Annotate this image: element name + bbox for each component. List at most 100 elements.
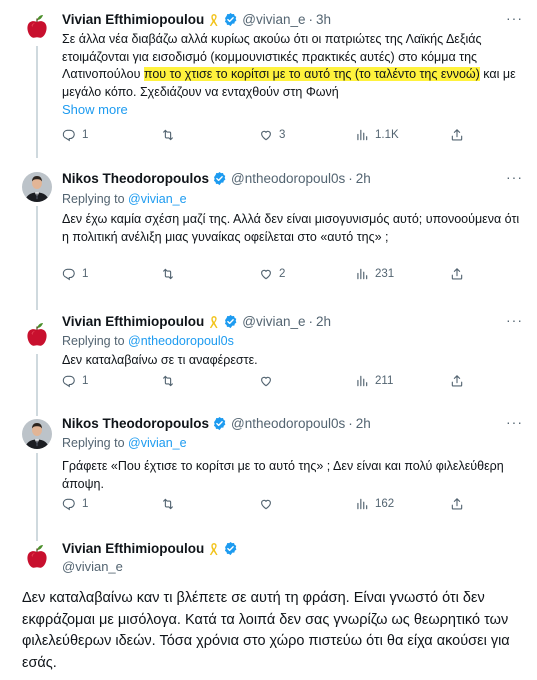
- tweet-text: Σε άλλα νέα διαβάζω αλλά κυρίως ακούω ότ…: [62, 31, 524, 120]
- reply-button[interactable]: 1: [62, 128, 88, 142]
- views-button[interactable]: 1.1K: [355, 128, 399, 142]
- replying-to: Replying to @vivian_e: [62, 436, 187, 450]
- yellow-ribbon-icon: [208, 315, 220, 329]
- man-avatar-icon: [22, 419, 52, 449]
- share-icon: [450, 267, 464, 281]
- reply-icon: [62, 374, 76, 388]
- verified-badge-icon[interactable]: [223, 12, 238, 27]
- show-more-link[interactable]: Show more: [62, 102, 128, 117]
- display-name[interactable]: Vivian Efthimiopoulou: [62, 314, 204, 329]
- yellow-ribbon-icon: [208, 13, 220, 27]
- tweet-text: Δεν έχω καμία σχέση μαζί της. Αλλά δεν ε…: [62, 212, 520, 244]
- more-dots-icon[interactable]: ···: [506, 169, 523, 185]
- like-count: 2: [279, 268, 286, 280]
- verified-badge-icon[interactable]: [212, 171, 227, 186]
- more-dots-icon[interactable]: ···: [506, 414, 523, 430]
- heart-icon: [259, 267, 273, 281]
- tweet-header: Nikos Theodoropoulos @ntheodoropoul0s · …: [62, 171, 371, 186]
- more-dots-icon[interactable]: ···: [506, 312, 523, 328]
- share-button[interactable]: [450, 128, 464, 142]
- handle[interactable]: @ntheodoropoul0s: [231, 416, 345, 431]
- timestamp[interactable]: 2h: [356, 416, 371, 431]
- views-icon: [355, 128, 369, 142]
- replying-to: Replying to @vivian_e: [62, 192, 187, 206]
- like-button[interactable]: 2: [259, 267, 285, 281]
- share-button[interactable]: [450, 497, 464, 511]
- views-button[interactable]: 231: [355, 267, 394, 281]
- verified-badge-icon[interactable]: [223, 314, 238, 329]
- retweet-icon: [161, 497, 175, 511]
- views-button[interactable]: 162: [355, 497, 394, 511]
- reply-count: 1: [82, 375, 89, 387]
- replying-prefix: Replying to: [62, 334, 129, 348]
- share-button[interactable]: [450, 374, 464, 388]
- retweet-icon: [161, 128, 175, 142]
- like-count: 3: [279, 129, 286, 141]
- views-icon: [355, 497, 369, 511]
- share-icon: [450, 128, 464, 142]
- separator-dot: ·: [308, 12, 314, 27]
- display-name[interactable]: Nikos Theodoropoulos: [62, 416, 209, 431]
- avatar[interactable]: [22, 320, 52, 350]
- apple-avatar-icon: [22, 12, 52, 42]
- display-name[interactable]: Vivian Efthimiopoulou: [62, 12, 204, 27]
- retweet-button[interactable]: [161, 497, 181, 511]
- replying-to: Replying to @ntheodoropoul0s: [62, 334, 234, 348]
- handle[interactable]: @vivian_e: [62, 559, 123, 574]
- tweet-header: Nikos Theodoropoulos @ntheodoropoul0s · …: [62, 416, 371, 431]
- replying-to-link[interactable]: @vivian_e: [128, 436, 187, 450]
- reply-button[interactable]: 1: [62, 497, 88, 511]
- separator-dot: ·: [348, 171, 353, 186]
- heart-icon: [259, 497, 273, 511]
- avatar[interactable]: [22, 12, 52, 42]
- tweet-text: Δεν καταλαβαίνω σε τι αναφέρεστε.: [62, 353, 258, 367]
- reply-button[interactable]: 1: [62, 374, 88, 388]
- handle[interactable]: @ntheodoropoul0s: [231, 171, 345, 186]
- tweet-text: Γράφετε «Που έχτισε το κορίτσι με το αυτ…: [62, 459, 504, 491]
- reply-icon: [62, 128, 76, 142]
- reply-count: 1: [82, 268, 89, 280]
- avatar[interactable]: [22, 419, 52, 449]
- more-dots-icon[interactable]: ···: [506, 10, 523, 26]
- heart-icon: [259, 128, 273, 142]
- timestamp[interactable]: 3h: [316, 12, 331, 27]
- heart-icon: [259, 374, 273, 388]
- replying-prefix: Replying to: [62, 192, 129, 206]
- retweet-button[interactable]: [161, 128, 181, 142]
- display-name[interactable]: Vivian Efthimiopoulou: [62, 541, 204, 556]
- timestamp[interactable]: 2h: [356, 171, 371, 186]
- like-button[interactable]: [259, 497, 279, 511]
- reply-count: 1: [82, 129, 89, 141]
- display-name[interactable]: Nikos Theodoropoulos: [62, 171, 209, 186]
- apple-avatar-icon: [22, 320, 52, 350]
- share-button[interactable]: [450, 267, 464, 281]
- verified-badge-icon[interactable]: [223, 541, 238, 556]
- view-count: 231: [375, 268, 395, 280]
- retweet-button[interactable]: [161, 374, 181, 388]
- like-button[interactable]: [259, 374, 279, 388]
- tweet-header: Vivian Efthimiopoulou @vivian_e · 3h: [62, 12, 331, 27]
- separator-dot: ·: [348, 416, 353, 431]
- views-button[interactable]: 211: [355, 374, 393, 388]
- replying-to-link[interactable]: @vivian_e: [128, 192, 187, 206]
- retweet-button[interactable]: [161, 267, 181, 281]
- verified-badge-icon[interactable]: [212, 416, 227, 431]
- replying-to-link[interactable]: @ntheodoropoul0s: [128, 334, 234, 348]
- apple-avatar-icon: [22, 542, 52, 572]
- share-icon: [450, 497, 464, 511]
- avatar[interactable]: [22, 172, 52, 202]
- separator-dot: ·: [308, 314, 314, 329]
- tweet-header: Vivian Efthimiopoulou: [62, 541, 238, 556]
- handle[interactable]: @vivian_e: [242, 314, 305, 329]
- handle[interactable]: @vivian_e: [242, 12, 305, 27]
- like-button[interactable]: 3: [259, 128, 285, 142]
- highlighted-text: που το χτισε το κορίτσι με το αυτό της (…: [143, 67, 480, 81]
- reply-icon: [62, 267, 76, 281]
- thread-line: [36, 46, 38, 158]
- views-icon: [355, 374, 369, 388]
- timestamp[interactable]: 2h: [316, 314, 331, 329]
- replying-prefix: Replying to: [62, 436, 129, 450]
- reply-button[interactable]: 1: [62, 267, 88, 281]
- yellow-ribbon-icon: [208, 542, 220, 556]
- avatar[interactable]: [22, 542, 52, 572]
